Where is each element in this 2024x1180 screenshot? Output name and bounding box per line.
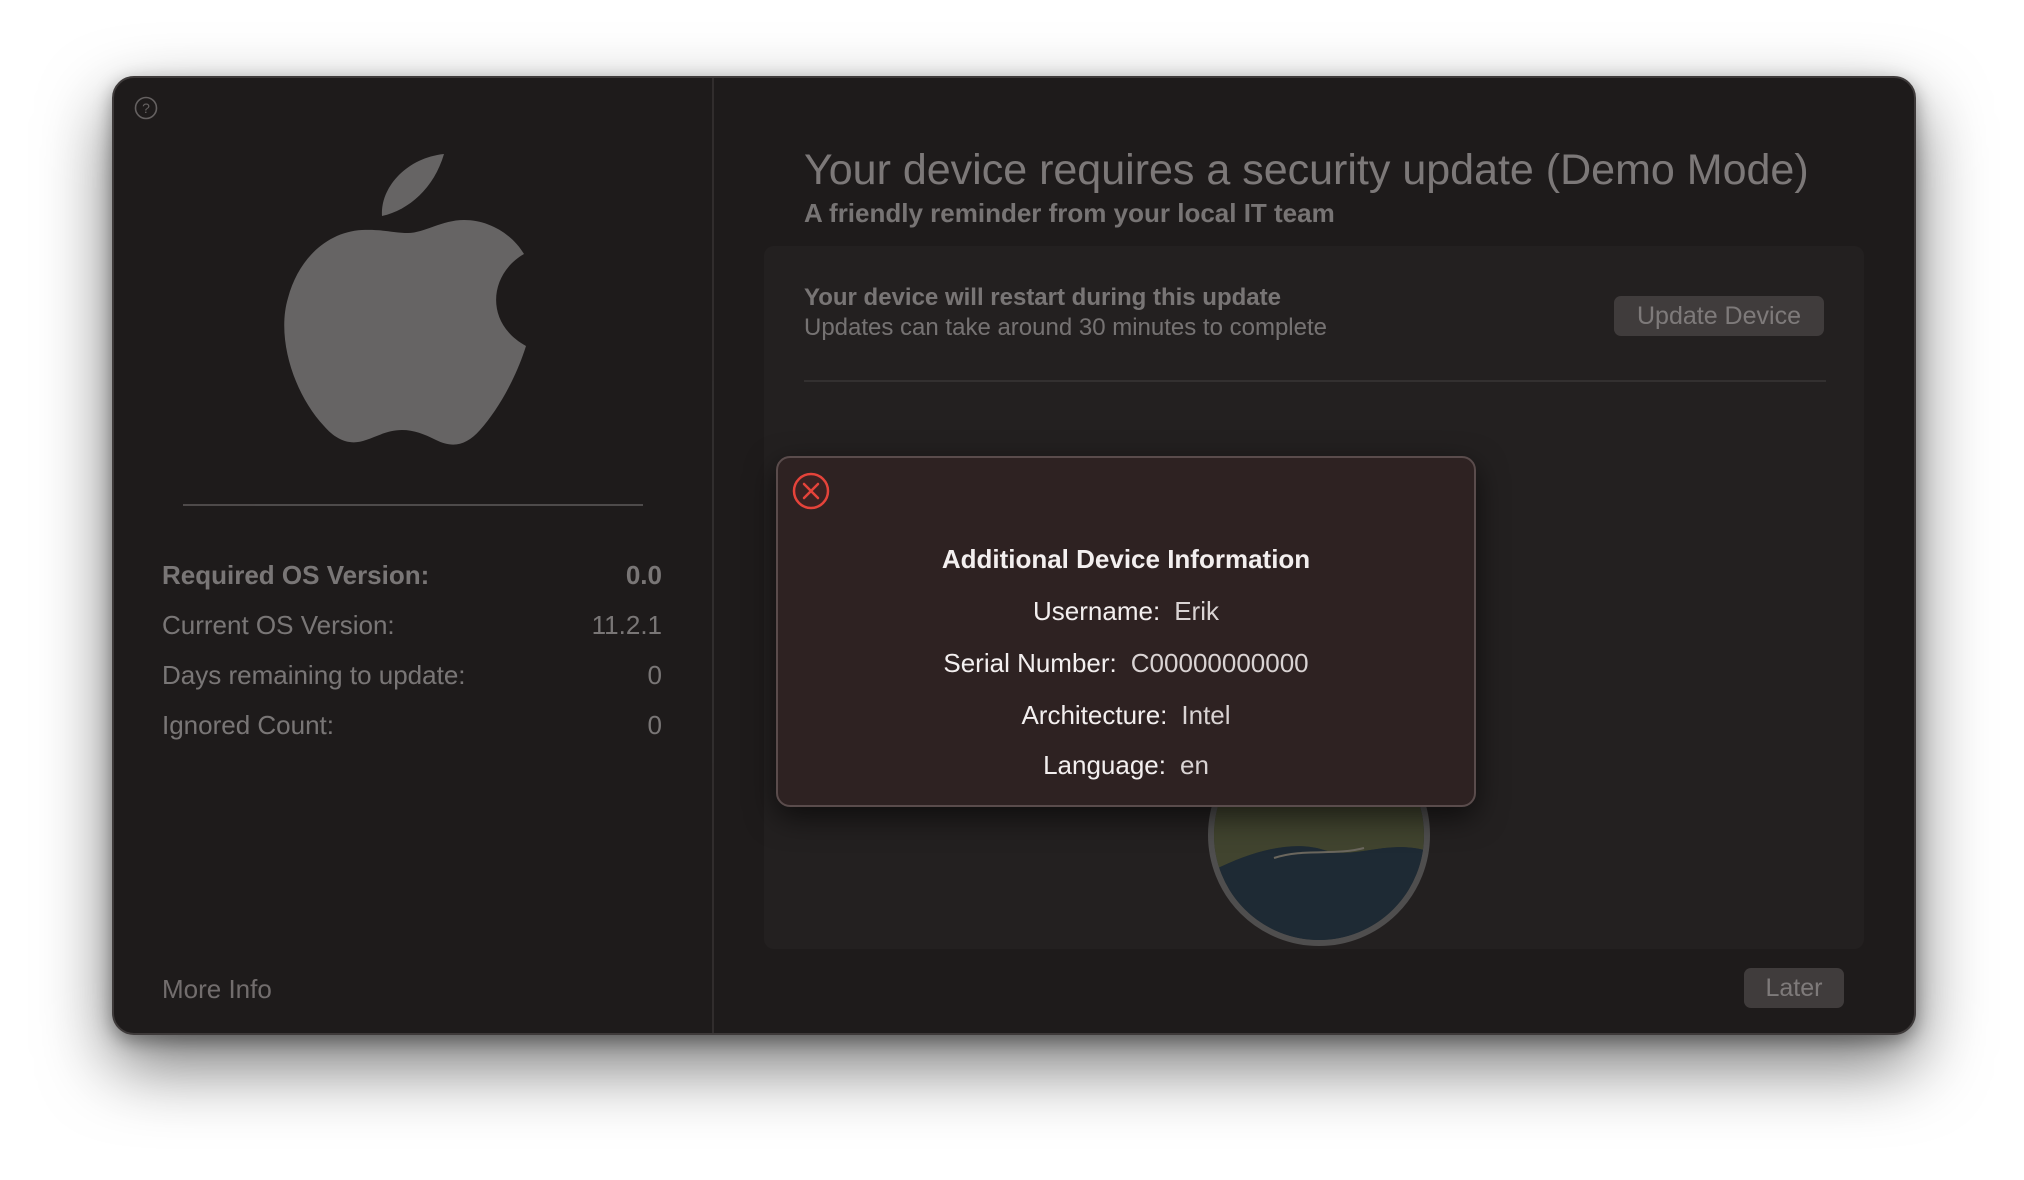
close-icon[interactable] [792,472,830,510]
username-label: Username: [1033,596,1161,626]
info-value: 0 [647,710,662,740]
sidebar-divider [183,504,643,506]
page-title: Your device requires a security update (… [804,146,1809,194]
serial-number-row: Serial Number: C00000000000 [778,648,1474,679]
architecture-label: Architecture: [1021,700,1168,730]
apple-logo [284,154,526,445]
panel-divider [804,380,1826,382]
update-window: ? Required OS Version: 0.0 Current OS Ve… [112,76,1916,1035]
restart-subtitle: Updates can take around 30 minutes to co… [804,314,1327,341]
modal-title: Additional Device Information [941,544,1311,574]
info-value: 0.0 [625,560,662,590]
help-icon[interactable]: ? [134,96,158,120]
info-row-ignored-count: Ignored Count: 0 [162,710,662,746]
language-row: Language: en [778,750,1474,781]
serial-number-label: Serial Number: [943,648,1117,678]
page-subtitle: A friendly reminder from your local IT t… [804,198,1335,228]
restart-title: Your device will restart during this upd… [804,284,1281,311]
more-info-link[interactable]: More Info [162,974,272,1005]
language-value: en [1179,750,1209,780]
sidebar: ? Required OS Version: 0.0 Current OS Ve… [114,78,714,1033]
info-label: Current OS Version: [162,610,395,640]
serial-number-value: C00000000000 [1130,648,1309,678]
info-label: Ignored Count: [162,710,335,740]
info-row-current-os: Current OS Version: 11.2.1 [162,610,662,646]
info-row-required-os: Required OS Version: 0.0 [162,560,662,596]
update-device-button[interactable]: Update Device [1614,296,1824,336]
language-label: Language: [1043,750,1166,780]
info-row-days-remaining: Days remaining to update: 0 [162,660,662,696]
username-row: Username: Erik [778,596,1474,627]
svg-text:?: ? [142,100,150,116]
architecture-value: Intel [1181,700,1231,730]
info-label: Required OS Version: [162,560,430,590]
device-info-sheet: Additional Device Information Username: E… [776,456,1476,807]
architecture-row: Architecture: Intel [778,700,1474,731]
later-button[interactable]: Later [1744,968,1844,1008]
username-value: Erik [1174,596,1219,626]
info-label: Days remaining to update: [162,660,466,690]
info-value: 0 [647,660,662,690]
info-value: 11.2.1 [591,610,662,640]
